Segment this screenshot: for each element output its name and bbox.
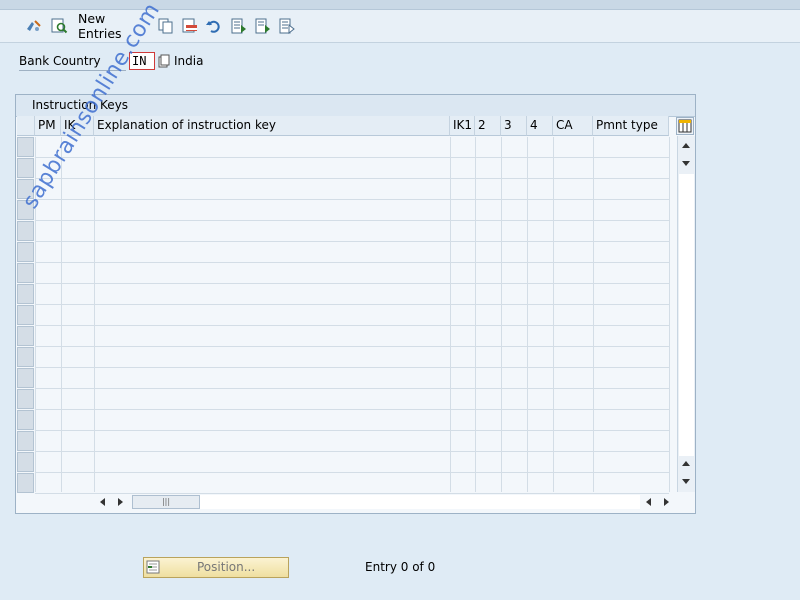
row-divider xyxy=(35,178,669,179)
col-header-explanation[interactable]: Explanation of instruction key xyxy=(94,116,450,136)
select-block-icon[interactable] xyxy=(253,16,273,36)
row-divider xyxy=(35,157,669,158)
column-divider xyxy=(527,137,528,492)
title-bar xyxy=(0,0,800,10)
row-divider xyxy=(35,241,669,242)
row-selector[interactable] xyxy=(17,326,34,346)
position-button[interactable]: Position... xyxy=(143,557,289,578)
scroll-left-icon[interactable] xyxy=(100,498,105,506)
row-divider xyxy=(35,199,669,200)
row-divider xyxy=(35,430,669,431)
col-header-ca[interactable]: CA xyxy=(553,116,593,136)
row-divider xyxy=(35,388,669,389)
select-all-icon[interactable] xyxy=(229,16,249,36)
row-selector[interactable] xyxy=(17,242,34,262)
scroll-down-top-icon[interactable] xyxy=(682,161,690,166)
row-divider xyxy=(35,451,669,452)
undo-icon[interactable] xyxy=(204,16,224,36)
col-header-3[interactable]: 3 xyxy=(501,116,527,136)
bank-country-text: India xyxy=(174,54,204,68)
row-divider xyxy=(35,346,669,347)
scroll-up-bottom-icon[interactable] xyxy=(682,461,690,466)
row-divider xyxy=(35,262,669,263)
delete-icon[interactable] xyxy=(180,16,200,36)
display-change-icon[interactable] xyxy=(24,16,44,36)
position-button-label: Position... xyxy=(197,560,256,574)
details-icon[interactable] xyxy=(49,16,69,36)
col-header-payment-type[interactable]: Pmnt type xyxy=(593,116,669,136)
column-divider xyxy=(450,137,451,492)
row-selector[interactable] xyxy=(17,368,34,388)
row-selector[interactable] xyxy=(17,347,34,367)
column-divider xyxy=(669,137,670,492)
row-divider xyxy=(35,325,669,326)
row-divider xyxy=(35,367,669,368)
row-selector[interactable] xyxy=(17,221,34,241)
row-selector[interactable] xyxy=(17,410,34,430)
column-divider xyxy=(94,137,95,492)
column-divider xyxy=(501,137,502,492)
row-selector[interactable] xyxy=(17,263,34,283)
row-divider xyxy=(35,283,669,284)
scroll-down-bottom-icon[interactable] xyxy=(682,479,690,484)
col-header-4[interactable]: 4 xyxy=(527,116,553,136)
vertical-scrollbar[interactable] xyxy=(677,136,695,492)
col-header-ik1[interactable]: IK1 xyxy=(450,116,475,136)
row-selector[interactable] xyxy=(17,473,34,493)
vertical-scroll-track[interactable] xyxy=(679,174,694,456)
row-divider xyxy=(35,409,669,410)
row-selector[interactable] xyxy=(17,284,34,304)
row-selector[interactable] xyxy=(17,158,34,178)
row-selector[interactable] xyxy=(17,431,34,451)
row-selector[interactable] xyxy=(17,389,34,409)
row-divider xyxy=(35,304,669,305)
scroll-right-end-icon[interactable] xyxy=(664,498,669,506)
horizontal-scrollbar[interactable]: ||| xyxy=(96,493,672,511)
col-header-pm[interactable]: PM xyxy=(35,116,61,136)
row-selector[interactable] xyxy=(17,137,34,157)
scroll-right-icon[interactable] xyxy=(118,498,123,506)
column-divider xyxy=(593,137,594,492)
table-settings-icon[interactable] xyxy=(676,117,694,135)
select-all-rows-corner[interactable] xyxy=(17,116,35,136)
scroll-left-end-icon[interactable] xyxy=(646,498,651,506)
col-header-2[interactable]: 2 xyxy=(475,116,501,136)
table-title-bar: Instruction Keys xyxy=(16,95,695,117)
entry-counter: Entry 0 of 0 xyxy=(365,560,436,574)
row-selector[interactable] xyxy=(17,452,34,472)
row-divider xyxy=(35,220,669,221)
value-help-icon[interactable] xyxy=(158,54,170,68)
scroll-up-top-icon[interactable] xyxy=(682,143,690,148)
column-divider xyxy=(553,137,554,492)
row-selector[interactable] xyxy=(17,305,34,325)
position-icon xyxy=(146,560,160,574)
horizontal-scroll-thumb[interactable]: ||| xyxy=(132,495,200,509)
column-divider xyxy=(475,137,476,492)
horizontal-scroll-track[interactable]: ||| xyxy=(132,495,640,509)
column-divider xyxy=(61,137,62,492)
row-divider xyxy=(35,472,669,473)
deselect-all-icon[interactable] xyxy=(277,16,297,36)
